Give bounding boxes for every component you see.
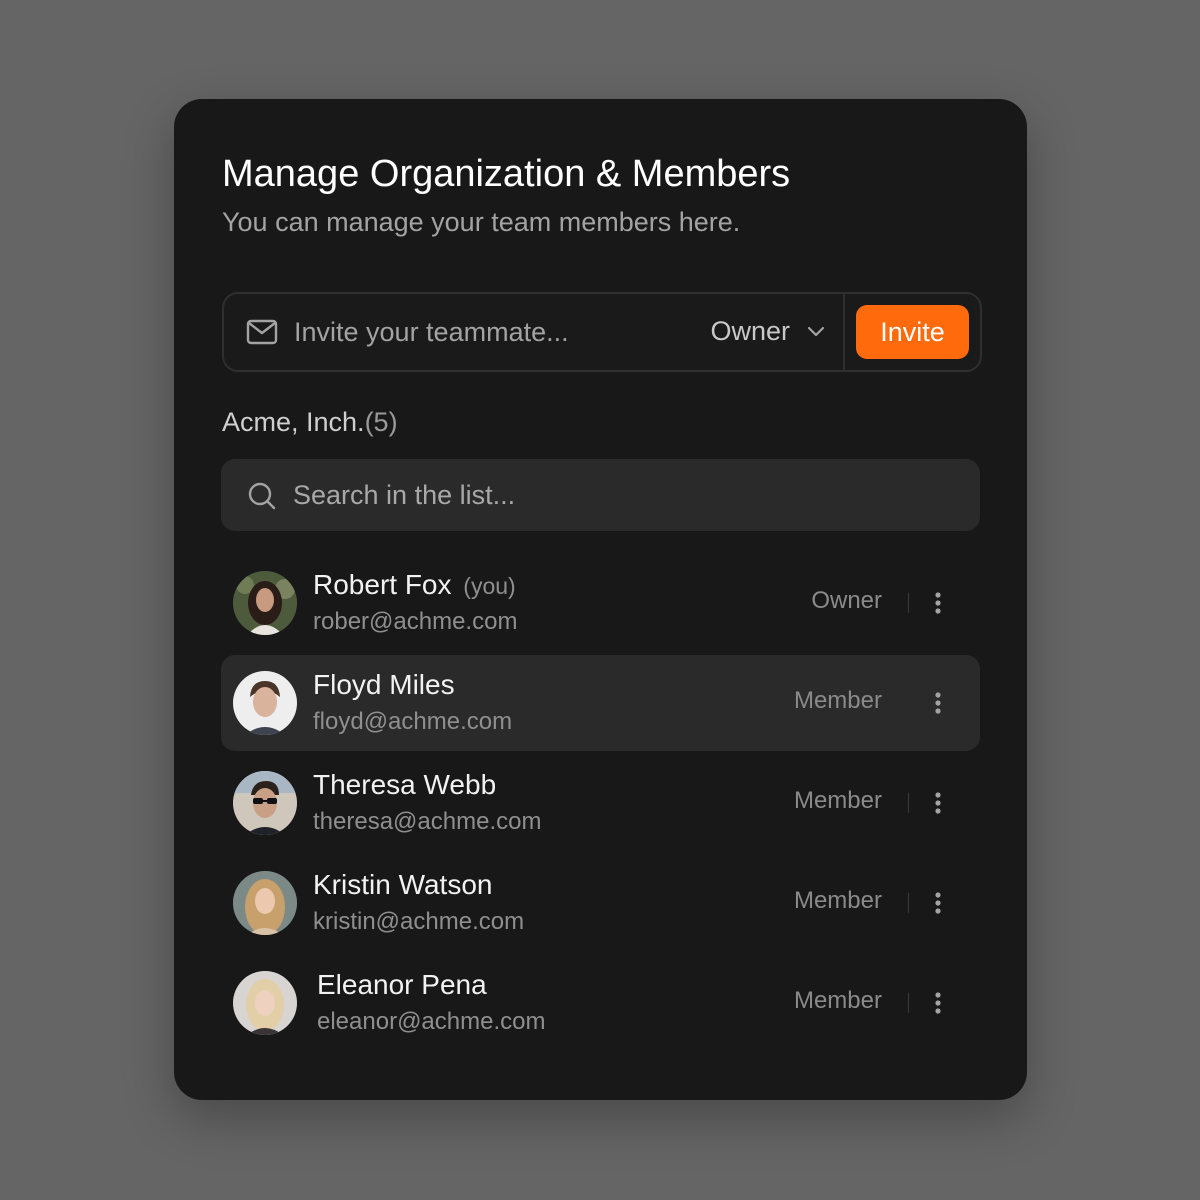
member-role-select[interactable]: Member: [794, 987, 882, 1015]
more-vertical-icon[interactable]: [923, 783, 953, 823]
member-name: Theresa Webb: [313, 769, 497, 800]
member-list: Robert Fox (you) rober@achme.com Owner F…: [221, 555, 980, 1055]
row-divider: [908, 793, 909, 813]
invite-divider: [843, 294, 845, 370]
member-name: Robert Fox (you): [313, 569, 516, 600]
manage-members-card: Manage Organization & Members You can ma…: [174, 99, 1027, 1100]
invite-email-input[interactable]: [294, 308, 684, 356]
member-email: theresa@achme.com: [313, 808, 542, 835]
member-row[interactable]: Theresa Webb theresa@achme.com Member: [221, 755, 980, 851]
role-select-dropdown[interactable]: Owner: [694, 294, 842, 370]
search-icon: [247, 481, 277, 511]
member-count: (5): [364, 407, 398, 437]
row-divider: [908, 593, 909, 613]
you-label: (you): [463, 573, 516, 599]
search-box: [221, 459, 980, 531]
organization-name: Acme, Inch.: [222, 407, 365, 437]
member-row[interactable]: Robert Fox (you) rober@achme.com Owner: [221, 555, 980, 651]
member-role-select[interactable]: Member: [794, 787, 882, 815]
member-email: eleanor@achme.com: [317, 1008, 546, 1035]
member-email: kristin@achme.com: [313, 908, 525, 935]
avatar: [233, 771, 297, 835]
invite-bar: Owner Invite: [222, 292, 982, 372]
row-divider: [908, 893, 909, 913]
avatar: [233, 571, 297, 635]
member-row[interactable]: Floyd Miles floyd@achme.com Member: [221, 655, 980, 751]
avatar: [233, 871, 297, 935]
more-vertical-icon[interactable]: [923, 883, 953, 923]
avatar: [233, 971, 297, 1035]
row-divider: [908, 993, 909, 1013]
member-name: Floyd Miles: [313, 669, 455, 700]
invite-button[interactable]: Invite: [856, 305, 969, 359]
member-row[interactable]: Kristin Watson kristin@achme.com Member: [221, 855, 980, 951]
more-vertical-icon[interactable]: [923, 583, 953, 623]
member-name: Eleanor Pena: [317, 969, 487, 1000]
search-input[interactable]: [293, 471, 943, 519]
member-name: Kristin Watson: [313, 869, 493, 900]
mail-icon: [246, 318, 278, 346]
page-title: Manage Organization & Members: [222, 153, 791, 195]
chevron-down-icon: [806, 324, 826, 338]
member-role-select[interactable]: Member: [794, 687, 882, 715]
more-vertical-icon[interactable]: [923, 683, 953, 723]
member-email: rober@achme.com: [313, 608, 518, 635]
avatar: [233, 671, 297, 735]
member-role-select[interactable]: Member: [794, 887, 882, 915]
member-row[interactable]: Eleanor Pena eleanor@achme.com Member: [221, 955, 980, 1051]
member-role-select[interactable]: Owner: [811, 587, 882, 615]
role-select-value: Owner: [710, 316, 790, 346]
page-subtitle: You can manage your team members here.: [222, 207, 741, 237]
more-vertical-icon[interactable]: [923, 983, 953, 1023]
organization-heading: Acme, Inch.(5): [222, 407, 398, 438]
member-email: floyd@achme.com: [313, 708, 513, 735]
